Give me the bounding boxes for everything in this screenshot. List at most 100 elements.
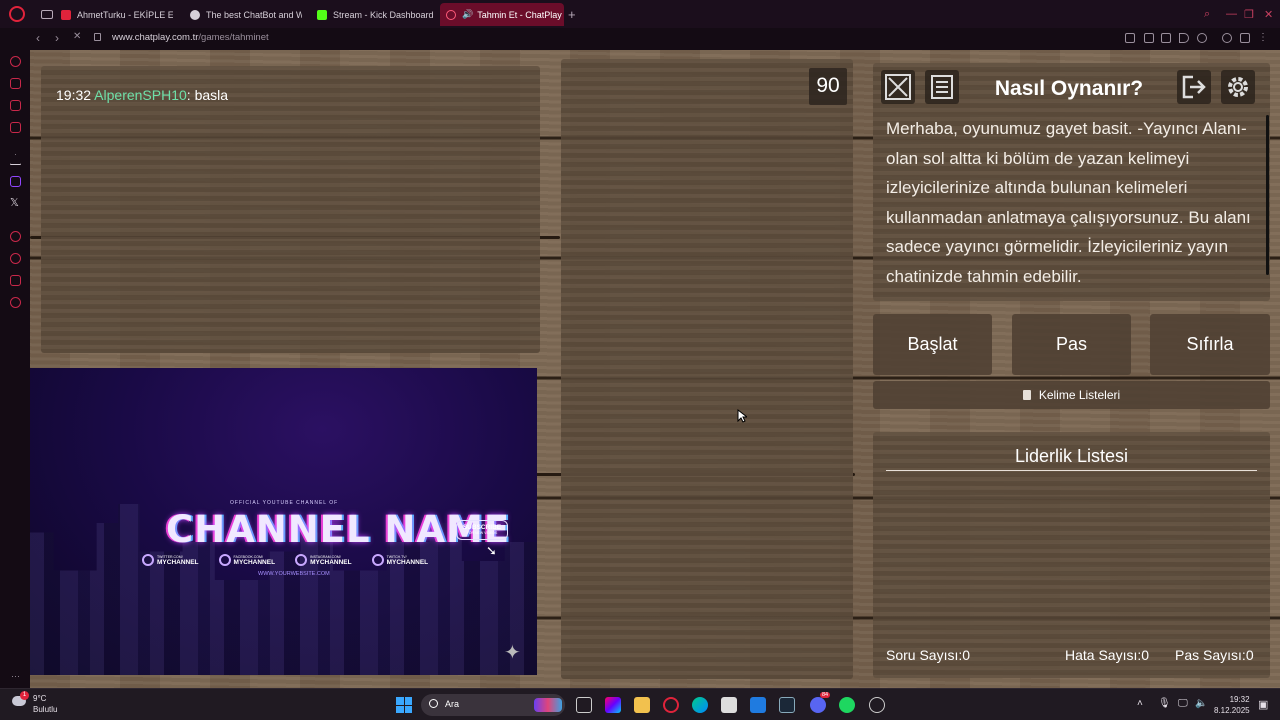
chat-separator: : <box>186 87 191 103</box>
chat-panel <box>41 66 540 353</box>
weather-widget[interactable]: 1 9°C Bulutlu <box>12 691 57 715</box>
minimize-icon[interactable]: — <box>1226 8 1237 20</box>
instagram-handle: INSTAGRAM.COM/MYCHANNEL <box>295 554 352 566</box>
maximize-icon[interactable]: ❐ <box>1244 8 1254 21</box>
music-icon[interactable] <box>10 122 21 133</box>
tab-kick-dashboard[interactable]: Stream - Kick Dashboard <box>311 3 435 26</box>
spotify-icon[interactable] <box>839 697 855 713</box>
forward-icon[interactable]: › <box>55 31 59 45</box>
player-sidebar-icon[interactable] <box>10 231 21 242</box>
exit-button[interactable] <box>1177 70 1211 104</box>
opera-logo-icon[interactable] <box>9 6 25 22</box>
sidebar: 𝕏 ··· <box>0 50 30 688</box>
discord-icon[interactable] <box>810 697 826 713</box>
countdown-timer: 90 <box>809 68 847 105</box>
vpn-icon[interactable] <box>1161 33 1171 43</box>
stream-video-overlay: OFFICIAL YOUTUBE CHANNEL OF CHANNEL NAME… <box>30 368 537 675</box>
arc-icon[interactable] <box>10 154 21 165</box>
windows-start-icon[interactable] <box>396 697 412 713</box>
mouse-cursor-icon <box>737 409 747 423</box>
tab-title: AhmetTurku - EKİPLE ESK <box>77 9 173 20</box>
pinboard-icon[interactable] <box>10 275 21 286</box>
steam-icon[interactable] <box>779 697 795 713</box>
snapshot-icon[interactable] <box>1144 33 1154 43</box>
chevron-up-icon[interactable]: ˄ <box>1137 698 1143 709</box>
video-website: WWW.YOURWEBSITE.COM <box>258 571 330 577</box>
tab-ahmetturku[interactable]: AhmetTurku - EKİPLE ESK <box>55 3 173 26</box>
search-tabs-icon[interactable]: ⌕ <box>1204 8 1210 21</box>
gear-icon <box>1228 77 1248 97</box>
how-to-play-scrollbar[interactable] <box>1266 115 1269 275</box>
more-icon[interactable]: ··· <box>11 671 20 681</box>
error-count: Hata Sayısı:0 <box>1065 647 1150 663</box>
stop-loading-icon[interactable]: ✕ <box>73 31 81 42</box>
opera-icon[interactable] <box>663 697 679 713</box>
outlook-icon[interactable] <box>750 697 766 713</box>
chat-username[interactable]: AlperenSPH10 <box>94 87 187 103</box>
back-icon[interactable]: ‹ <box>36 31 40 45</box>
system-clock[interactable]: 19:32 8.12.2025 <box>1214 694 1250 716</box>
edge-icon[interactable] <box>692 697 708 713</box>
store-icon[interactable] <box>721 697 737 713</box>
game-page: 19:32 AlperenSPH10: basla 90 Nasıl Oynan… <box>30 50 1280 688</box>
crypto-wallet-icon[interactable] <box>10 78 21 89</box>
twitch-handle: TWITCH.TV/MYCHANNEL <box>371 554 428 566</box>
tab-tahmin-et[interactable]: 🔊 Tahmin Et - ChatPlay <box>440 3 564 26</box>
fullscreen-button[interactable] <box>881 70 915 104</box>
aria-icon[interactable] <box>10 56 21 67</box>
settings-button[interactable] <box>1221 70 1255 104</box>
pass-button[interactable]: Pas <box>1012 314 1131 375</box>
start-button[interactable]: Başlat <box>873 314 992 375</box>
pass-count: Pas Sayısı:0 <box>1175 647 1254 663</box>
clock-date: 8.12.2025 <box>1214 706 1250 715</box>
profile-icon[interactable] <box>1222 33 1232 43</box>
tab-title: Tahmin Et - ChatPlay <box>477 9 562 20</box>
search-placeholder: Ara <box>445 699 460 709</box>
lock-icon <box>94 33 101 41</box>
twitch-icon[interactable] <box>10 176 21 187</box>
twitch-icon <box>371 554 384 566</box>
tab-overview-icon[interactable] <box>41 9 53 19</box>
microphone-icon[interactable]: 🎙 <box>1158 698 1171 709</box>
x-icon[interactable]: 𝕏 <box>10 198 21 209</box>
close-icon[interactable]: ✕ <box>1264 8 1273 21</box>
chat-text: basla <box>194 87 229 103</box>
copilot-icon[interactable] <box>605 697 621 713</box>
fullscreen-icon <box>885 74 911 100</box>
bookmark-icon[interactable] <box>1125 33 1135 43</box>
url-field[interactable]: www.chatplay.com.tr/games/tahminet <box>112 32 269 43</box>
arrow-icon: ➘ <box>486 543 497 558</box>
twitter-handle: TWITTER.COM/MYCHANNEL <box>142 554 199 566</box>
messenger-icon[interactable] <box>10 100 21 111</box>
history-icon[interactable] <box>10 253 21 264</box>
player-icon[interactable] <box>1179 33 1189 43</box>
speaker-icon[interactable]: 🔊 <box>462 9 473 20</box>
taskbar-search[interactable]: Ara <box>421 694 565 716</box>
tab-chatbot[interactable]: The best ChatBot and Wi <box>184 3 302 26</box>
volume-icon[interactable]: 🔈 <box>1195 698 1207 709</box>
word-lists-button[interactable]: Kelime Listeleri <box>873 381 1270 409</box>
notification-icon[interactable]: ▣ <box>1258 698 1268 711</box>
document-icon <box>1022 390 1031 400</box>
twitter-icon <box>142 554 154 566</box>
reset-button[interactable]: Sıfırla <box>1150 314 1270 375</box>
new-tab-button[interactable]: + <box>568 7 576 22</box>
download-icon[interactable] <box>1240 33 1250 43</box>
weather-badge: 1 <box>20 691 29 700</box>
browser-window: AhmetTurku - EKİPLE ESK The best ChatBot… <box>0 0 1280 688</box>
kick-icon <box>317 9 327 20</box>
tab-title: Stream - Kick Dashboard <box>333 9 434 20</box>
rules-button[interactable] <box>925 70 959 104</box>
video-official-text: OFFICIAL YOUTUBE CHANNEL OF <box>230 500 339 506</box>
gamebar-icon[interactable] <box>869 697 885 713</box>
network-icon[interactable]: 🖵 <box>1178 698 1188 709</box>
file-explorer-icon[interactable] <box>634 697 650 713</box>
menu-icon[interactable]: ⋮ <box>1258 33 1268 43</box>
settings-icon[interactable] <box>10 297 21 308</box>
streamer-word-panel <box>561 59 853 679</box>
clock-time: 19:32 <box>1229 695 1250 704</box>
word-lists-label: Kelime Listeleri <box>1038 388 1121 402</box>
heart-icon[interactable] <box>1197 33 1207 43</box>
instagram-icon <box>295 554 308 566</box>
task-view-icon[interactable] <box>576 697 592 713</box>
